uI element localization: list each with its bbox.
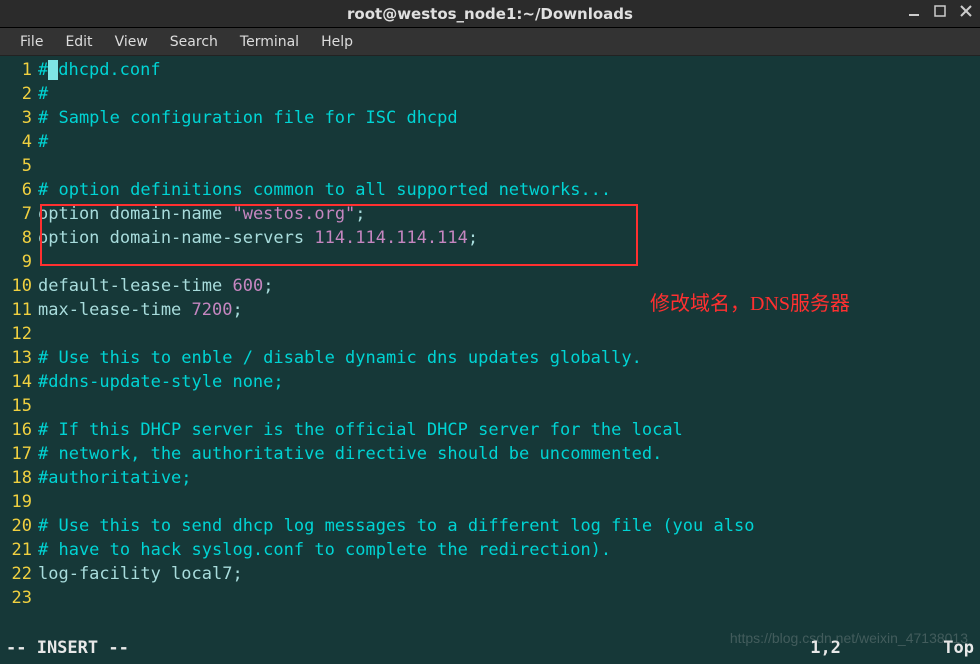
line-number: 19 — [0, 490, 38, 514]
code-text — [38, 490, 980, 514]
code-text: dhcpd.conf — [58, 60, 160, 80]
code-text: option domain-name — [38, 204, 232, 224]
scroll-position: Top — [943, 638, 974, 658]
line-number: 9 — [0, 250, 38, 274]
line-number: 5 — [0, 154, 38, 178]
line-number: 11 — [0, 298, 38, 322]
code-text: default-lease-time — [38, 276, 232, 296]
code-text: # Use this to send dhcp log messages to … — [38, 514, 980, 538]
line-number: 2 — [0, 82, 38, 106]
code-text — [38, 322, 980, 346]
line-number: 21 — [0, 538, 38, 562]
code-text — [38, 250, 980, 274]
code-text: option domain-name-servers — [38, 228, 314, 248]
menu-view[interactable]: View — [105, 30, 158, 54]
line-number: 13 — [0, 346, 38, 370]
line-number: 8 — [0, 226, 38, 250]
line-number: 14 — [0, 370, 38, 394]
code-text: # — [38, 82, 980, 106]
annotation-text: 修改域名，DNS服务器 — [650, 292, 850, 316]
code-text: ; — [263, 276, 273, 296]
code-text: # — [38, 130, 980, 154]
minimize-icon[interactable] — [908, 5, 920, 21]
editor-area[interactable]: 1#dhcpd.conf 2# 3# Sample configuration … — [0, 56, 980, 664]
code-text: 600 — [232, 276, 263, 296]
menu-help[interactable]: Help — [311, 30, 363, 54]
code-text — [38, 586, 980, 610]
vim-statusbar: -- INSERT -- 1,2 Top — [0, 636, 980, 664]
menubar: File Edit View Search Terminal Help — [0, 28, 980, 56]
line-number: 18 — [0, 466, 38, 490]
code-text: ; — [232, 300, 242, 320]
cursor-position: 1,2 — [810, 638, 841, 658]
code-text: # have to hack syslog.conf to complete t… — [38, 538, 980, 562]
line-number: 3 — [0, 106, 38, 130]
line-number: 1 — [0, 58, 38, 82]
code-text: # — [38, 60, 48, 80]
code-text — [38, 394, 980, 418]
code-text: # Sample configuration file for ISC dhcp… — [38, 106, 980, 130]
code-text: 7200 — [192, 300, 233, 320]
titlebar: root@westos_node1:~/Downloads — [0, 0, 980, 28]
window-title: root@westos_node1:~/Downloads — [347, 5, 633, 23]
line-number: 20 — [0, 514, 38, 538]
menu-file[interactable]: File — [10, 30, 53, 54]
line-number: 10 — [0, 274, 38, 298]
code-text: # network, the authoritative directive s… — [38, 442, 980, 466]
line-number: 17 — [0, 442, 38, 466]
code-text: # option definitions common to all suppo… — [38, 178, 980, 202]
code-text: #ddns-update-style none; — [38, 370, 980, 394]
line-number: 15 — [0, 394, 38, 418]
line-number: 22 — [0, 562, 38, 586]
code-text: max-lease-time — [38, 300, 192, 320]
menu-search[interactable]: Search — [160, 30, 228, 54]
cursor — [48, 60, 58, 80]
code-text: "westos.org" — [232, 204, 355, 224]
close-icon[interactable] — [960, 5, 972, 21]
line-number: 6 — [0, 178, 38, 202]
code-text: ; — [232, 564, 242, 584]
code-text: #authoritative; — [38, 466, 980, 490]
code-text: ; — [355, 204, 365, 224]
code-text: 114.114.114.114 — [314, 228, 468, 248]
code-text: # Use this to enble / disable dynamic dn… — [38, 346, 980, 370]
line-number: 4 — [0, 130, 38, 154]
line-number: 23 — [0, 586, 38, 610]
vim-mode: -- INSERT -- — [6, 636, 129, 660]
code-text — [38, 154, 980, 178]
line-number: 7 — [0, 202, 38, 226]
menu-terminal[interactable]: Terminal — [230, 30, 309, 54]
line-number: 16 — [0, 418, 38, 442]
maximize-icon[interactable] — [934, 5, 946, 21]
code-text: # If this DHCP server is the official DH… — [38, 418, 980, 442]
menu-edit[interactable]: Edit — [55, 30, 102, 54]
code-text: log-facility local7 — [38, 564, 232, 584]
code-text: ; — [468, 228, 478, 248]
window-controls — [908, 5, 972, 21]
line-number: 12 — [0, 322, 38, 346]
